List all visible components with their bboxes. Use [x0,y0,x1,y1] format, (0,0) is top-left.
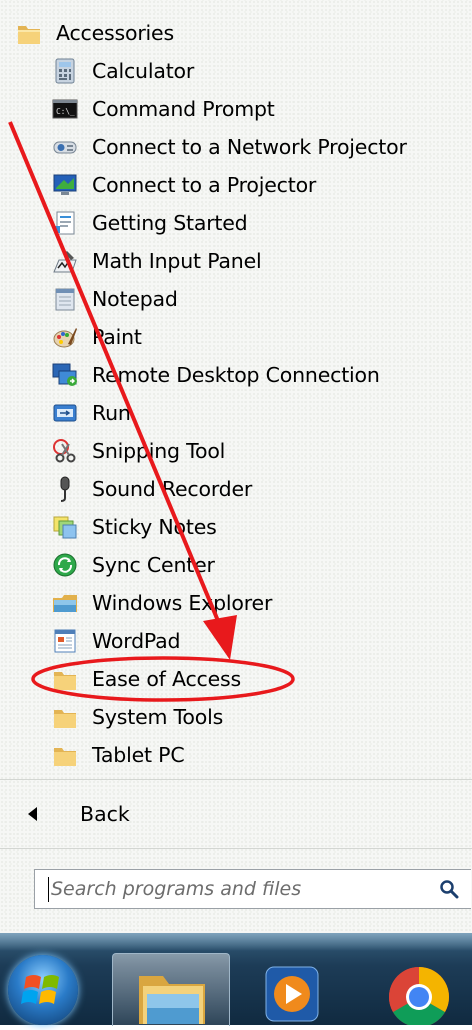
back-label: Back [80,802,130,826]
menu-item-snipping-tool[interactable]: Snipping Tool [52,432,225,470]
calculator-icon [52,58,78,84]
projector-icon [52,172,78,198]
search-box[interactable] [34,869,471,909]
menu-item-label: Sync Center [92,553,215,577]
menu-item-paint[interactable]: Paint [52,318,142,356]
menu-item-calculator[interactable]: Calculator [52,52,194,90]
menu-item-notepad[interactable]: Notepad [52,280,178,318]
menu-item-label: Connect to a Projector [92,173,317,197]
accessories-folder-label: Accessories [56,21,174,45]
microphone-icon [52,476,78,502]
menu-item-label: Windows Explorer [92,591,273,615]
run-icon [52,400,78,426]
menu-item-label: Snipping Tool [92,439,226,463]
menu-item-label: Run [92,401,131,425]
accessories-folder[interactable]: Accessories [16,14,174,52]
menu-item-label: Remote Desktop Connection [92,363,380,387]
search-icon[interactable] [439,879,459,899]
menu-item-network-projector[interactable]: Connect to a Network Projector [52,128,407,166]
back-separator [0,779,472,780]
menu-item-label: Command Prompt [92,97,275,121]
folder-ease-of-access[interactable]: Ease of Access [52,660,241,698]
remote-desktop-icon [52,362,78,388]
menu-item-label: Sticky Notes [92,515,217,539]
back-button[interactable]: Back [28,796,130,832]
menu-item-label: Sound Recorder [92,477,253,501]
taskbar-windows-explorer[interactable] [112,953,230,1026]
snipping-tool-icon [52,438,78,464]
notepad-icon [52,286,78,312]
menu-item-windows-explorer[interactable]: Windows Explorer [52,584,272,622]
windows-logo-icon [21,975,59,1004]
menu-item-label: Paint [92,325,142,349]
menu-item-getting-started[interactable]: Getting Started [52,204,248,242]
menu-item-math-input-panel[interactable]: Math Input Panel [52,242,262,280]
folder-label: System Tools [92,705,224,729]
command-prompt-icon: C:\_ [52,96,78,122]
network-projector-icon [52,134,78,160]
back-arrow-icon [28,807,37,821]
sticky-notes-icon [52,514,78,540]
search-separator [0,848,472,849]
getting-started-icon [52,210,78,236]
math-input-icon [52,248,78,274]
taskbar [0,933,472,1028]
windows-explorer-icon [52,590,78,616]
menu-item-run[interactable]: Run [52,394,131,432]
menu-item-label: Notepad [92,287,178,311]
menu-item-sync-center[interactable]: Sync Center [52,546,215,584]
folder-label: Tablet PC [92,743,185,767]
menu-item-label: Calculator [92,59,195,83]
windows-explorer-icon [139,976,205,1024]
taskbar-media-player[interactable] [262,953,322,1025]
folder-icon [16,20,42,46]
menu-item-label: Getting Started [92,211,248,235]
menu-item-projector[interactable]: Connect to a Projector [52,166,316,204]
taskbar-glow [0,933,472,951]
wordpad-icon [52,628,78,654]
menu-item-label: Connect to a Network Projector [92,135,407,159]
folder-tablet-pc[interactable]: Tablet PC [52,736,185,774]
chrome-icon [388,967,450,1028]
folder-system-tools[interactable]: System Tools [52,698,223,736]
sync-center-icon [52,552,78,578]
menu-item-label: Math Input Panel [92,249,262,273]
menu-item-sticky-notes[interactable]: Sticky Notes [52,508,217,546]
folder-icon [52,742,78,768]
menu-item-label: WordPad [92,629,181,653]
menu-item-wordpad[interactable]: WordPad [52,622,181,660]
start-orb[interactable] [8,955,78,1025]
folder-icon [52,704,78,730]
start-menu-programs-panel: Accessories Calculator C:\_ Command Prom… [0,0,472,933]
search-input[interactable] [35,870,439,908]
media-player-icon [265,966,319,1022]
taskbar-chrome[interactable] [384,953,454,1028]
menu-item-remote-desktop[interactable]: Remote Desktop Connection [52,356,380,394]
menu-item-sound-recorder[interactable]: Sound Recorder [52,470,252,508]
folder-label: Ease of Access [92,667,241,691]
folder-icon [52,666,78,692]
text-caret [48,877,49,902]
menu-item-command-prompt[interactable]: C:\_ Command Prompt [52,90,275,128]
svg-text:C:\_: C:\_ [56,107,75,116]
paint-icon [52,324,78,350]
